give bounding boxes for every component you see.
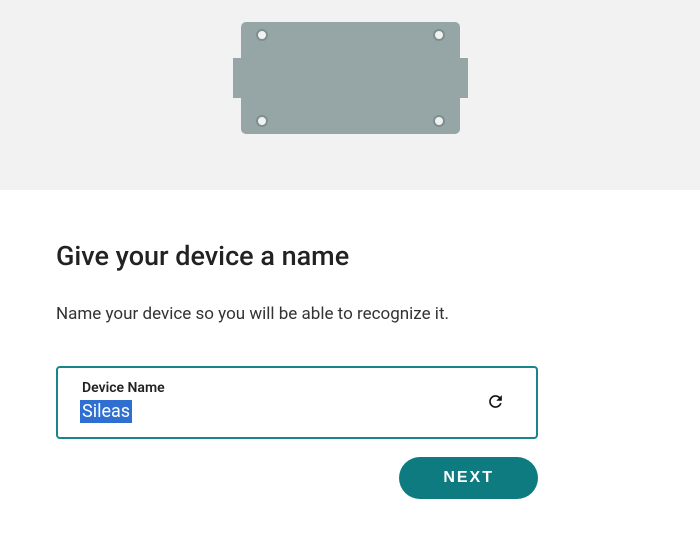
device-name-value[interactable]: Sileas bbox=[80, 400, 132, 423]
screw-icon bbox=[433, 115, 445, 127]
refresh-button[interactable] bbox=[482, 389, 508, 415]
next-button[interactable]: NEXT bbox=[399, 457, 538, 499]
screw-icon bbox=[256, 29, 268, 41]
device-illustration bbox=[233, 22, 468, 134]
page-title: Give your device a name bbox=[56, 240, 644, 272]
hero-area bbox=[0, 0, 700, 190]
actions-row: NEXT bbox=[56, 457, 538, 499]
device-name-field[interactable]: Device Name Sileas bbox=[56, 366, 538, 439]
device-body bbox=[241, 22, 460, 134]
refresh-icon bbox=[486, 392, 505, 411]
screw-icon bbox=[433, 29, 445, 41]
screw-icon bbox=[256, 115, 268, 127]
page-subtitle: Name your device so you will be able to … bbox=[56, 304, 644, 324]
device-side-tab-right bbox=[459, 58, 468, 98]
content-area: Give your device a name Name your device… bbox=[0, 190, 700, 499]
device-name-label: Device Name bbox=[82, 380, 482, 396]
